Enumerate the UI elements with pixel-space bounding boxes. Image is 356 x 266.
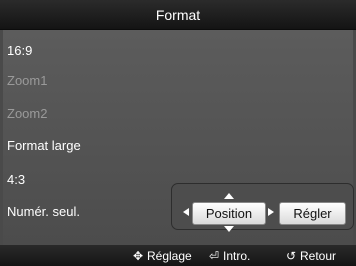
footer-hint-retour-label: Retour	[300, 249, 337, 263]
footer-hint-intro-label: Intro.	[223, 249, 251, 263]
move-arrows-icon: ✥	[132, 249, 144, 263]
regler-button[interactable]: Régler	[279, 202, 346, 225]
footer-hint-reglage: ✥ Réglage	[131, 245, 192, 266]
format-osd-menu: Format 16:9 Zoom1 Zoom2 Format large 4:3…	[0, 0, 356, 266]
menu-item-numer-seul[interactable]: Numér. seul.	[7, 203, 80, 221]
return-icon: ↺	[285, 249, 297, 263]
footer-hint-reglage-label: Réglage	[147, 249, 192, 263]
footer-hint-bar: ✥ Réglage ⏎ Intro. ↺ Retour	[0, 245, 356, 266]
menu-item-16-9[interactable]: 16:9	[7, 42, 32, 60]
menu-item-zoom1: Zoom1	[7, 73, 48, 88]
footer-hint-intro: ⏎ Intro.	[207, 245, 250, 266]
menu-item-4-3[interactable]: 4:3	[7, 171, 25, 189]
position-button[interactable]: Position	[192, 202, 266, 225]
arrow-down-icon	[224, 226, 234, 232]
menu-item-format-large[interactable]: Format large	[7, 137, 81, 155]
arrow-up-icon	[224, 193, 234, 199]
menu-title: Format	[0, 0, 356, 30]
menu-item-zoom2: Zoom2	[7, 106, 48, 121]
arrow-right-icon	[268, 208, 274, 216]
footer-hint-retour: ↺ Retour	[284, 245, 336, 266]
enter-icon: ⏎	[208, 249, 220, 263]
arrow-left-icon	[183, 208, 189, 216]
